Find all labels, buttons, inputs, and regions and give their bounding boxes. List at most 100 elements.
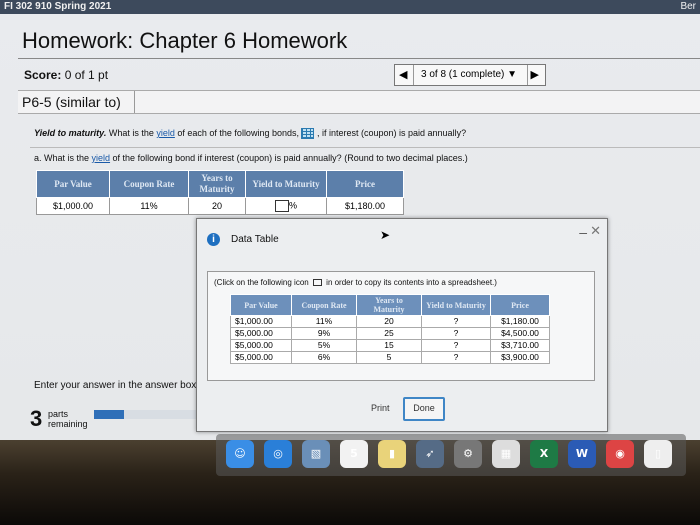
- browser-screen: FI 302 910 Spring 2021 Ber Homework: Cha…: [0, 0, 700, 440]
- next-question-button[interactable]: ▶: [531, 68, 539, 81]
- answer-prompt: Enter your answer in the answer box: [34, 380, 197, 391]
- homework-title: Homework: Chapter 6 Homework: [22, 28, 348, 53]
- close-icon[interactable]: ✕: [590, 223, 601, 239]
- copy-note-text: in order to copy its contents into a spr…: [323, 278, 497, 287]
- ytm-cell: ?: [421, 315, 491, 328]
- table-row: $1,000.00 11% 20 ? $1,180.00: [230, 315, 550, 328]
- column-header: Price: [326, 170, 404, 198]
- column-header: Years to Maturity: [188, 170, 246, 198]
- parts-progress-fill: [94, 410, 124, 419]
- price-cell: $3,710.00: [490, 339, 550, 352]
- column-header: Coupon Rate: [291, 294, 357, 316]
- problem-bar: P6-5 (similar to): [18, 90, 700, 114]
- table-header-row: Par Value Coupon Rate Years to Maturity …: [36, 170, 404, 198]
- coupon-rate-cell: 6%: [291, 351, 357, 364]
- copy-icon[interactable]: [312, 279, 322, 287]
- price-cell: $1,180.00: [490, 315, 550, 328]
- question-text-part: What is the: [106, 128, 157, 138]
- coupon-rate-cell: 5%: [291, 339, 357, 352]
- launchpad-icon[interactable]: ➶: [416, 440, 444, 468]
- excel-icon[interactable]: X: [530, 440, 558, 468]
- data-table: Par Value Coupon Rate Years to Maturity …: [230, 294, 550, 364]
- dock: ☺ ◎ ▧ 5 ▮ ➶ ⚙ ▦ X W ◉ ▯: [216, 434, 686, 476]
- part-a-text: a. What is the: [34, 153, 92, 163]
- yield-link[interactable]: yield: [156, 128, 175, 138]
- column-header: Yield to Maturity: [421, 294, 491, 316]
- ytm-cell: ?: [421, 339, 491, 352]
- price-cell: $4,500.00: [490, 327, 550, 340]
- part-a-text: of the following bond if interest (coupo…: [110, 153, 468, 163]
- print-button[interactable]: Print: [371, 403, 390, 413]
- price-cell: $1,180.00: [326, 197, 404, 215]
- data-table-panel: (Click on the following icon in order to…: [207, 271, 595, 381]
- done-button[interactable]: Done: [403, 397, 445, 421]
- course-bar: FI 302 910 Spring 2021 Ber: [0, 0, 700, 14]
- years-cell: 25: [356, 327, 422, 340]
- ytm-answer-cell: %: [245, 197, 327, 215]
- percent-unit: %: [288, 200, 297, 211]
- safari-icon[interactable]: ◎: [264, 440, 292, 468]
- par-value-cell: $1,000.00: [36, 197, 110, 215]
- table-header-row: Par Value Coupon Rate Years to Maturity …: [230, 294, 550, 316]
- divider: [413, 65, 414, 85]
- preview-icon[interactable]: ▧: [302, 440, 330, 468]
- minimize-icon[interactable]: –: [579, 224, 587, 240]
- coupon-rate-cell: 11%: [291, 315, 357, 328]
- ytm-answer-input[interactable]: [274, 200, 289, 212]
- score: Score: 0 of 1 pt: [24, 68, 108, 82]
- parts-count: 3: [30, 406, 43, 431]
- course-title: FI 302 910 Spring 2021: [4, 1, 112, 12]
- question-text-part: of each of the following bonds,: [174, 128, 302, 138]
- divider: [18, 58, 700, 59]
- price-cell: $3,900.00: [490, 351, 550, 364]
- coupon-rate-cell: 9%: [291, 327, 357, 340]
- divider: [527, 65, 528, 85]
- column-header: Price: [490, 294, 550, 316]
- info-icon: i: [207, 233, 220, 246]
- table-row: $5,000.00 5% 15 ? $3,710.00: [230, 339, 550, 352]
- word-icon[interactable]: W: [568, 440, 596, 468]
- question-lead: Yield to maturity.: [34, 128, 107, 138]
- settings-icon[interactable]: ⚙: [454, 440, 482, 468]
- finder-icon[interactable]: ☺: [226, 440, 254, 468]
- divider: [30, 147, 700, 148]
- calendar-icon[interactable]: 5: [340, 440, 368, 468]
- notes-icon[interactable]: ▮: [378, 440, 406, 468]
- previous-question-button[interactable]: ◀: [399, 68, 407, 81]
- par-value-cell: $1,000.00: [230, 315, 292, 328]
- question-text: Yield to maturity. What is the yield of …: [34, 128, 467, 140]
- years-cell: 20: [188, 197, 246, 215]
- column-header: Par Value: [36, 170, 110, 198]
- par-value-cell: $5,000.00: [230, 339, 292, 352]
- chevron-down-icon: ▼: [507, 69, 518, 80]
- years-cell: 15: [356, 339, 422, 352]
- ytm-cell: ?: [421, 351, 491, 364]
- question-text-part: , if interest (coupon) is paid annually?: [314, 128, 467, 138]
- problem-title: P6-5 (similar to): [22, 94, 121, 110]
- par-value-cell: $5,000.00: [230, 351, 292, 364]
- calendar-grid-icon[interactable]: ▦: [492, 440, 520, 468]
- table-row: $5,000.00 6% 5 ? $3,900.00: [230, 351, 550, 364]
- files-icon[interactable]: ▯: [644, 440, 672, 468]
- column-header: Coupon Rate: [109, 170, 189, 198]
- chrome-icon[interactable]: ◉: [606, 440, 634, 468]
- score-label: Score:: [24, 68, 62, 82]
- copy-note: (Click on the following icon in order to…: [214, 278, 497, 287]
- mouse-cursor-icon: ➤: [380, 228, 391, 242]
- table-row: $1,000.00 11% 20 % $1,180.00: [36, 197, 404, 215]
- copy-note-text: (Click on the following icon: [214, 278, 311, 287]
- question-selector[interactable]: 3 of 8 (1 complete) ▼: [421, 69, 517, 80]
- yield-link[interactable]: yield: [92, 153, 111, 163]
- question-selector-label: 3 of 8 (1 complete): [421, 69, 505, 80]
- column-header: Years to Maturity: [356, 294, 422, 316]
- data-table-icon[interactable]: [301, 128, 315, 140]
- bond-table: Par Value Coupon Rate Years to Maturity …: [36, 170, 404, 215]
- table-row: $5,000.00 9% 25 ? $4,500.00: [230, 327, 550, 340]
- part-a-question: a. What is the yield of the following bo…: [34, 153, 468, 163]
- years-cell: 5: [356, 351, 422, 364]
- dialog-title: Data Table: [231, 234, 279, 245]
- ytm-cell: ?: [421, 327, 491, 340]
- question-navigator: ◀ 3 of 8 (1 complete) ▼ ▶: [394, 64, 546, 86]
- divider: [134, 91, 135, 113]
- par-value-cell: $5,000.00: [230, 327, 292, 340]
